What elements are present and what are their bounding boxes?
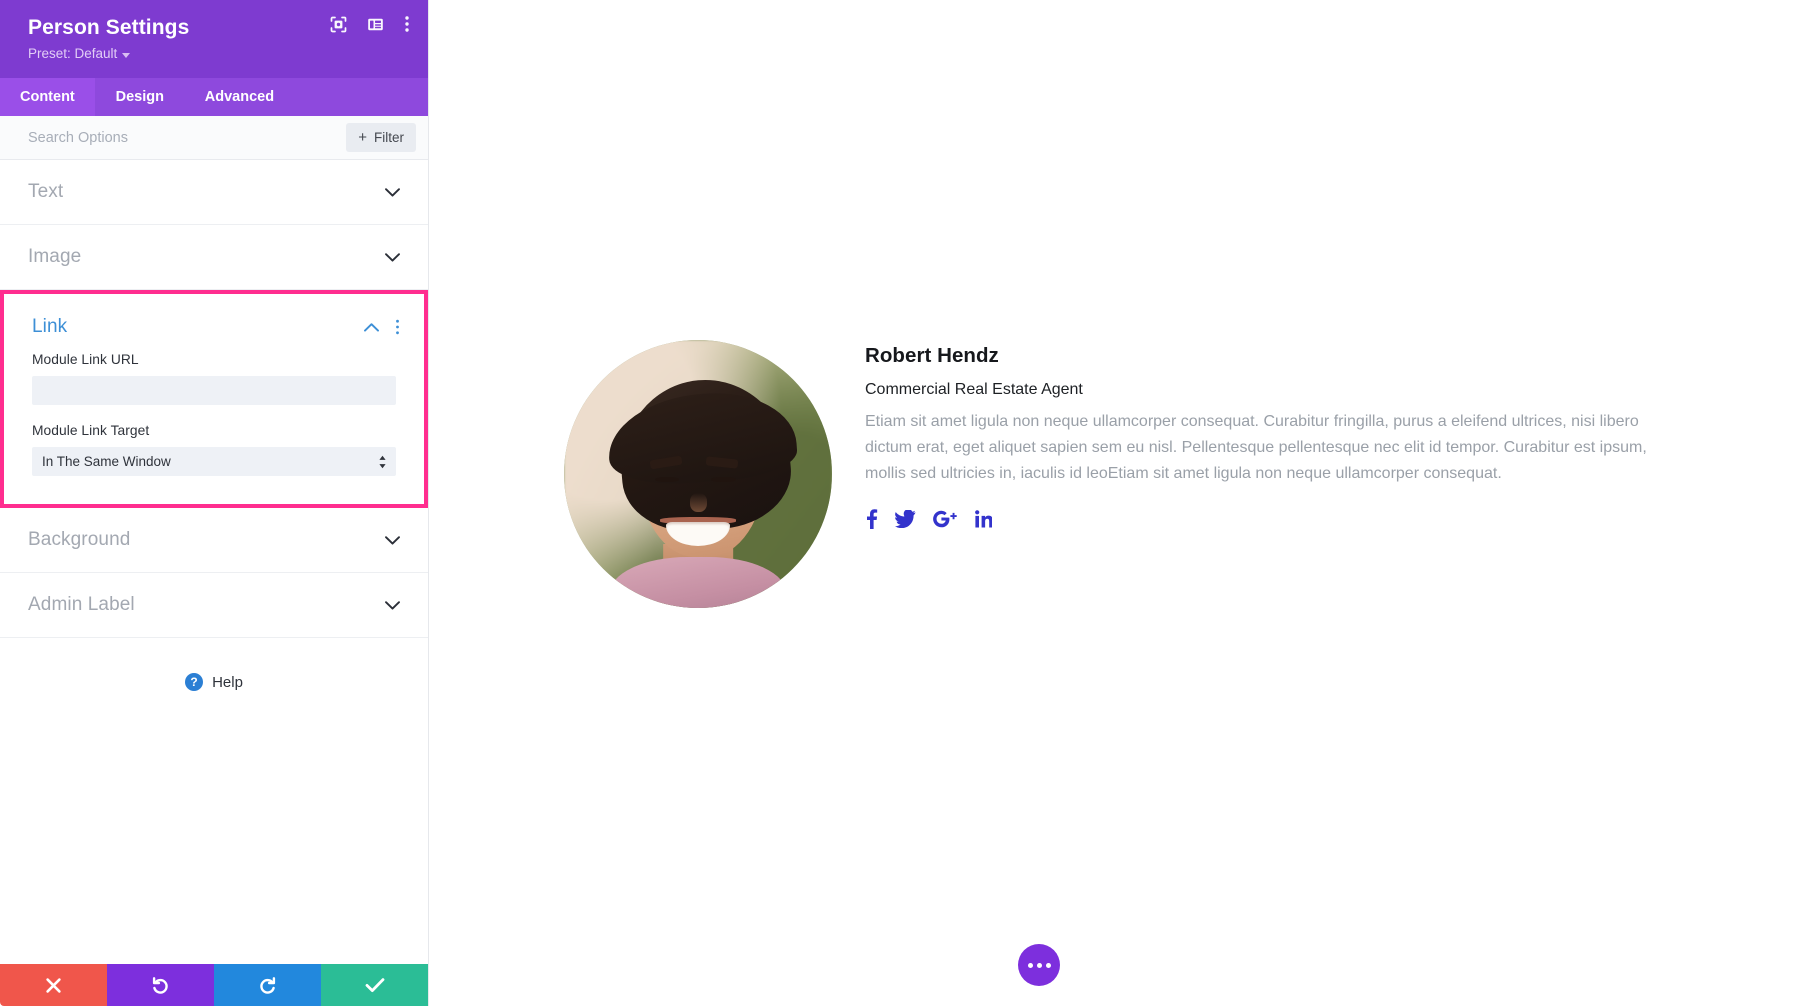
module-link-url-input[interactable] <box>32 376 396 405</box>
search-input[interactable] <box>28 129 347 146</box>
person-info: Robert Hendz Commercial Real Estate Agen… <box>865 340 1800 529</box>
twitter-icon[interactable] <box>895 509 916 529</box>
chevron-up-icon[interactable] <box>364 322 379 332</box>
close-x-icon <box>45 977 62 994</box>
divi-builder-screen: Person Settings Preset: Default Content … <box>0 0 1800 1006</box>
section-image[interactable]: Image <box>0 225 428 290</box>
focus-target-icon[interactable] <box>330 16 347 33</box>
dot-3 <box>1045 962 1051 968</box>
section-admin-label-label: Admin Label <box>28 594 135 615</box>
section-background[interactable]: Background <box>0 508 428 573</box>
module-link-target-label: Module Link Target <box>32 423 150 438</box>
undo-arrow-icon <box>151 976 170 995</box>
redo-button[interactable] <box>214 964 321 1006</box>
section-background-label: Background <box>28 529 131 550</box>
linkedin-icon[interactable] <box>975 510 993 528</box>
undo-button[interactable] <box>107 964 214 1006</box>
settings-tabs: Content Design Advanced <box>0 78 428 116</box>
chevron-down-icon <box>122 52 131 58</box>
avatar-nose <box>689 492 708 512</box>
filter-label: Filter <box>374 130 404 145</box>
check-icon <box>365 977 385 993</box>
section-link-header[interactable]: Link <box>4 294 424 352</box>
redo-arrow-icon <box>258 976 277 995</box>
section-link-body: Module Link URL Module Link Target In Th… <box>4 352 424 504</box>
question-circle-icon: ? <box>185 673 204 691</box>
plus-icon: + <box>358 129 367 146</box>
settings-sections: Text Image Link Module Link URL Module L… <box>0 160 428 964</box>
panel-header-icons <box>330 15 410 33</box>
tab-advanced[interactable]: Advanced <box>185 78 294 116</box>
section-link-controls <box>364 319 400 335</box>
dot-2 <box>1036 962 1042 968</box>
module-link-target-select[interactable]: In The Same Window In The New Tab <box>32 447 396 476</box>
more-vertical-icon[interactable] <box>404 15 410 33</box>
section-admin-label[interactable]: Admin Label <box>0 573 428 638</box>
social-links <box>865 509 1800 529</box>
google-plus-icon[interactable] <box>933 510 958 528</box>
preset-label: Preset: Default <box>28 46 118 61</box>
field-spacer <box>32 405 396 423</box>
section-link: Link Module Link URL Module Link Target … <box>0 290 428 508</box>
person-name: Robert Hendz <box>865 344 999 367</box>
save-button[interactable] <box>321 964 428 1006</box>
filter-button[interactable]: + Filter <box>346 123 416 152</box>
person-module: Robert Hendz Commercial Real Estate Agen… <box>564 340 1800 608</box>
settings-panel: Person Settings Preset: Default Content … <box>0 0 429 1006</box>
more-vertical-icon[interactable] <box>395 319 400 335</box>
module-link-target-wrap: In The Same Window In The New Tab <box>32 447 396 476</box>
section-image-label: Image <box>28 246 82 267</box>
person-role: Commercial Real Estate Agent <box>865 381 1083 398</box>
person-description: Etiam sit amet ligula non neque ullamcor… <box>865 413 1647 482</box>
chevron-down-icon <box>385 600 400 610</box>
section-link-label: Link <box>32 316 68 337</box>
module-link-url-label: Module Link URL <box>32 352 139 367</box>
chevron-down-icon <box>385 252 400 262</box>
panel-action-bar <box>0 964 428 1006</box>
tab-design[interactable]: Design <box>95 78 185 116</box>
preset-dropdown[interactable]: Preset: Default <box>28 44 131 64</box>
more-options-fab[interactable] <box>1018 944 1060 986</box>
dot-1 <box>1027 962 1033 968</box>
builder-canvas: Robert Hendz Commercial Real Estate Agen… <box>429 0 1800 1006</box>
section-text-label: Text <box>28 181 64 202</box>
chevron-down-icon <box>385 187 400 197</box>
facebook-icon[interactable] <box>865 509 878 529</box>
search-row: + Filter <box>0 116 428 160</box>
layout-panel-icon[interactable] <box>367 16 384 33</box>
section-text[interactable]: Text <box>0 160 428 225</box>
help-label: Help <box>212 673 243 691</box>
cancel-button[interactable] <box>0 964 107 1006</box>
avatar-eye-right <box>711 476 736 483</box>
panel-header: Person Settings Preset: Default <box>0 0 428 78</box>
help-link[interactable]: ? Help <box>0 638 428 691</box>
chevron-down-icon <box>385 535 400 545</box>
tab-content[interactable]: Content <box>0 78 95 116</box>
avatar <box>564 340 832 608</box>
